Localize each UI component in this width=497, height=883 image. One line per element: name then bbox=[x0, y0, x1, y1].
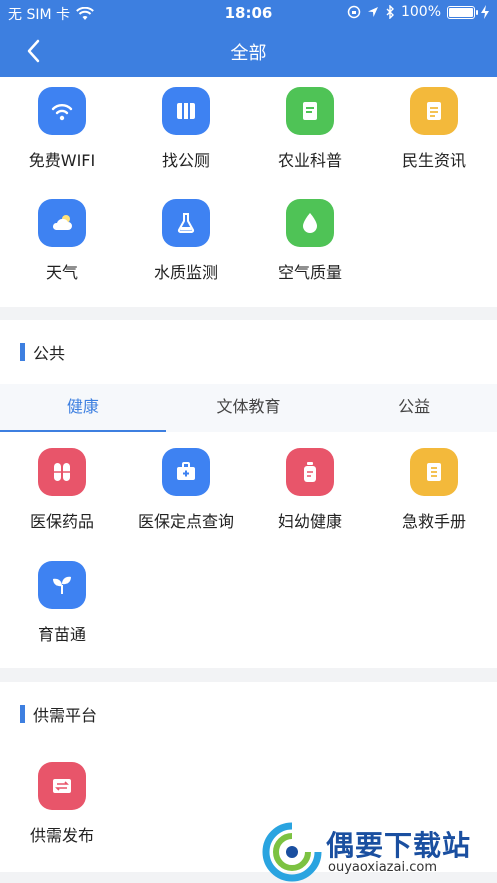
section-accent-bar bbox=[20, 343, 25, 361]
grid-item-top-2[interactable]: 农业科普 bbox=[248, 87, 372, 171]
grid-item-public-3[interactable]: 急救手册 bbox=[372, 448, 496, 532]
public-section-header: 公共 bbox=[0, 320, 497, 384]
grid-item-top-1[interactable]: 找公厕 bbox=[124, 87, 248, 171]
page-title: 全部 bbox=[230, 43, 267, 64]
bluetooth-icon bbox=[386, 5, 394, 19]
grid-item-supply-0[interactable]: 供需发布 bbox=[0, 762, 124, 846]
grid-item-label: 空气质量 bbox=[277, 263, 342, 282]
rotation-lock-icon bbox=[347, 5, 361, 19]
section-accent-bar bbox=[20, 705, 25, 723]
nav-bar: 全部 bbox=[0, 26, 497, 77]
supply-section-title: 供需平台 bbox=[33, 706, 98, 725]
drop-icon bbox=[286, 199, 334, 247]
public-section-title: 公共 bbox=[33, 344, 66, 363]
grid-item-label: 民生资讯 bbox=[401, 151, 466, 170]
charging-icon bbox=[481, 5, 489, 19]
watermark: 偶要下载站 ouyaoxiazai.com bbox=[256, 818, 497, 883]
grid-item-label: 天气 bbox=[45, 263, 78, 282]
public-tabs: 健康 文体教育 公益 bbox=[0, 384, 497, 432]
sprout-icon bbox=[38, 561, 86, 609]
medkit-icon bbox=[162, 448, 210, 496]
grid-item-top-4[interactable]: 天气 bbox=[0, 199, 124, 283]
grid-item-label: 育苗通 bbox=[37, 625, 86, 644]
location-icon bbox=[367, 7, 378, 17]
grid-item-top-6[interactable]: 空气质量 bbox=[248, 199, 372, 283]
tab-public-welfare[interactable]: 公益 bbox=[331, 384, 497, 432]
supply-section-header: 供需平台 bbox=[0, 682, 497, 746]
grid-item-label: 农业科普 bbox=[277, 151, 342, 170]
grid-item-public-1[interactable]: 医保定点查询 bbox=[124, 448, 248, 532]
grid-item-label: 供需发布 bbox=[29, 826, 94, 845]
watermark-logo bbox=[262, 822, 322, 882]
grid-item-public-0[interactable]: 医保药品 bbox=[0, 448, 124, 532]
tab-culture-education[interactable]: 文体教育 bbox=[166, 384, 332, 432]
map-icon bbox=[162, 87, 210, 135]
news-icon bbox=[410, 87, 458, 135]
grid-item-top-0[interactable]: 免费WIFI bbox=[0, 87, 124, 171]
grid-item-top-5[interactable]: 水质监测 bbox=[124, 199, 248, 283]
flask-icon bbox=[162, 199, 210, 247]
watermark-url: ouyaoxiazai.com bbox=[328, 860, 437, 875]
grid-item-public-4[interactable]: 育苗通 bbox=[0, 561, 124, 645]
battery-icon bbox=[447, 5, 478, 19]
pill-icon bbox=[38, 448, 86, 496]
grid-item-public-2[interactable]: 妇幼健康 bbox=[248, 448, 372, 532]
grid-item-label: 医保定点查询 bbox=[137, 512, 234, 531]
grid-item-label: 妇幼健康 bbox=[277, 512, 342, 531]
app-header: 无 SIM 卡 18:06 100% 全部 bbox=[0, 0, 497, 77]
tab-health[interactable]: 健康 bbox=[0, 384, 166, 432]
document-icon bbox=[286, 87, 334, 135]
cloud-icon bbox=[38, 199, 86, 247]
bottle-icon bbox=[286, 448, 334, 496]
grid-item-top-3[interactable]: 民生资讯 bbox=[372, 87, 496, 171]
exchange-icon bbox=[38, 762, 86, 810]
grid-item-label: 水质监测 bbox=[153, 263, 218, 282]
grid-item-label: 找公厕 bbox=[161, 151, 210, 170]
grid-item-label: 免费WIFI bbox=[28, 151, 96, 170]
watermark-title: 偶要下载站 bbox=[326, 829, 472, 862]
wifi-icon bbox=[38, 87, 86, 135]
grid-item-label: 医保药品 bbox=[29, 512, 94, 531]
status-bar: 无 SIM 卡 18:06 100% bbox=[0, 0, 497, 26]
grid-item-label: 急救手册 bbox=[401, 512, 466, 531]
handbook-icon bbox=[410, 448, 458, 496]
battery-percent: 100% bbox=[400, 4, 441, 20]
